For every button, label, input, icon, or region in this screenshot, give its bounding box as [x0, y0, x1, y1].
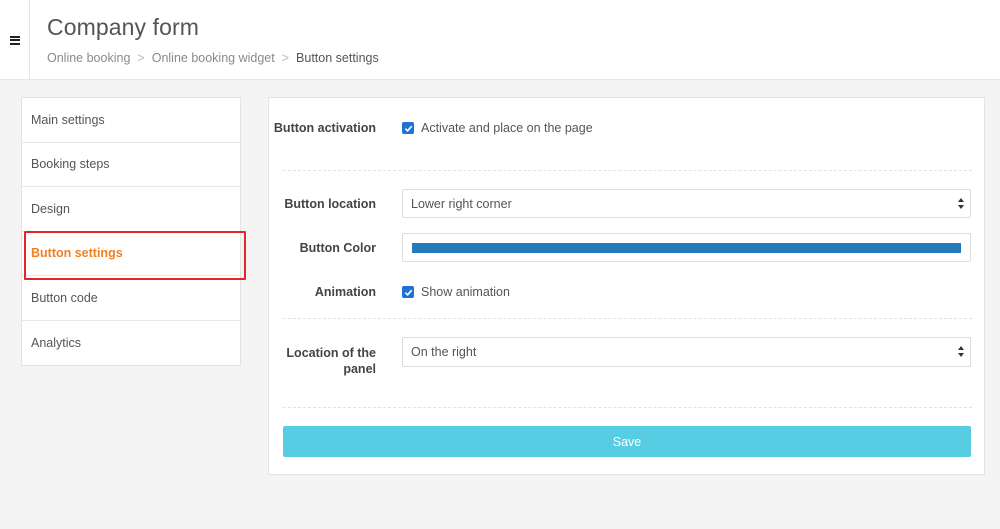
page-title: Company form [47, 14, 200, 40]
button-color-swatch [412, 243, 961, 253]
button-color-label: Button Color [299, 241, 376, 255]
button-activation-label: Button activation [273, 121, 376, 135]
save-button[interactable]: Save [283, 426, 971, 457]
sidebar-item-design[interactable]: Design [22, 187, 240, 232]
panel-location-value: On the right [411, 345, 477, 359]
sidebar-item-button-code[interactable]: Button code [22, 276, 240, 321]
activation-checkbox[interactable] [402, 122, 414, 134]
divider [283, 407, 972, 408]
breadcrumb-separator: > [137, 51, 145, 65]
breadcrumb-online-booking[interactable]: Online booking [47, 51, 130, 65]
hamburger-menu-icon[interactable] [0, 0, 30, 80]
divider [283, 318, 972, 319]
divider [283, 170, 972, 171]
breadcrumb-current: Button settings [296, 51, 379, 65]
button-settings-panel: Button activation Activate and place on … [268, 97, 985, 475]
button-color-picker[interactable] [402, 233, 971, 262]
select-arrows-icon [958, 346, 964, 357]
activation-checkbox-label: Activate and place on the page [421, 121, 593, 135]
select-arrows-icon [958, 198, 964, 209]
button-location-label: Button location [284, 197, 376, 211]
animation-checkbox-label: Show animation [421, 285, 510, 299]
button-location-value: Lower right corner [411, 196, 512, 211]
top-bar: Company form Online booking > Online booki… [0, 0, 1000, 80]
panel-location-select[interactable]: On the right [402, 337, 971, 367]
activation-checkbox-row: Activate and place on the page [402, 121, 593, 135]
animation-checkbox[interactable] [402, 286, 414, 298]
panel-location-label: Location of the panel [286, 346, 376, 376]
animation-label: Animation [314, 285, 376, 299]
checkmark-icon [404, 125, 412, 132]
settings-sidebar: Main settings Booking steps Design Butto… [21, 97, 246, 366]
sidebar-item-button-settings[interactable]: Button settings [22, 230, 246, 279]
checkmark-icon [404, 289, 412, 296]
button-location-select[interactable]: Lower right corner [402, 189, 971, 218]
breadcrumb: Online booking > Online booking widget > But… [47, 51, 379, 65]
breadcrumb-online-booking-widget[interactable]: Online booking widget [152, 51, 275, 65]
breadcrumb-separator: > [281, 51, 290, 65]
sidebar-item-main-settings[interactable]: Main settings [22, 98, 240, 143]
sidebar-item-booking-steps[interactable]: Booking steps [22, 143, 240, 187]
animation-checkbox-row: Show animation [402, 285, 510, 299]
sidebar-item-analytics[interactable]: Analytics [22, 321, 240, 366]
